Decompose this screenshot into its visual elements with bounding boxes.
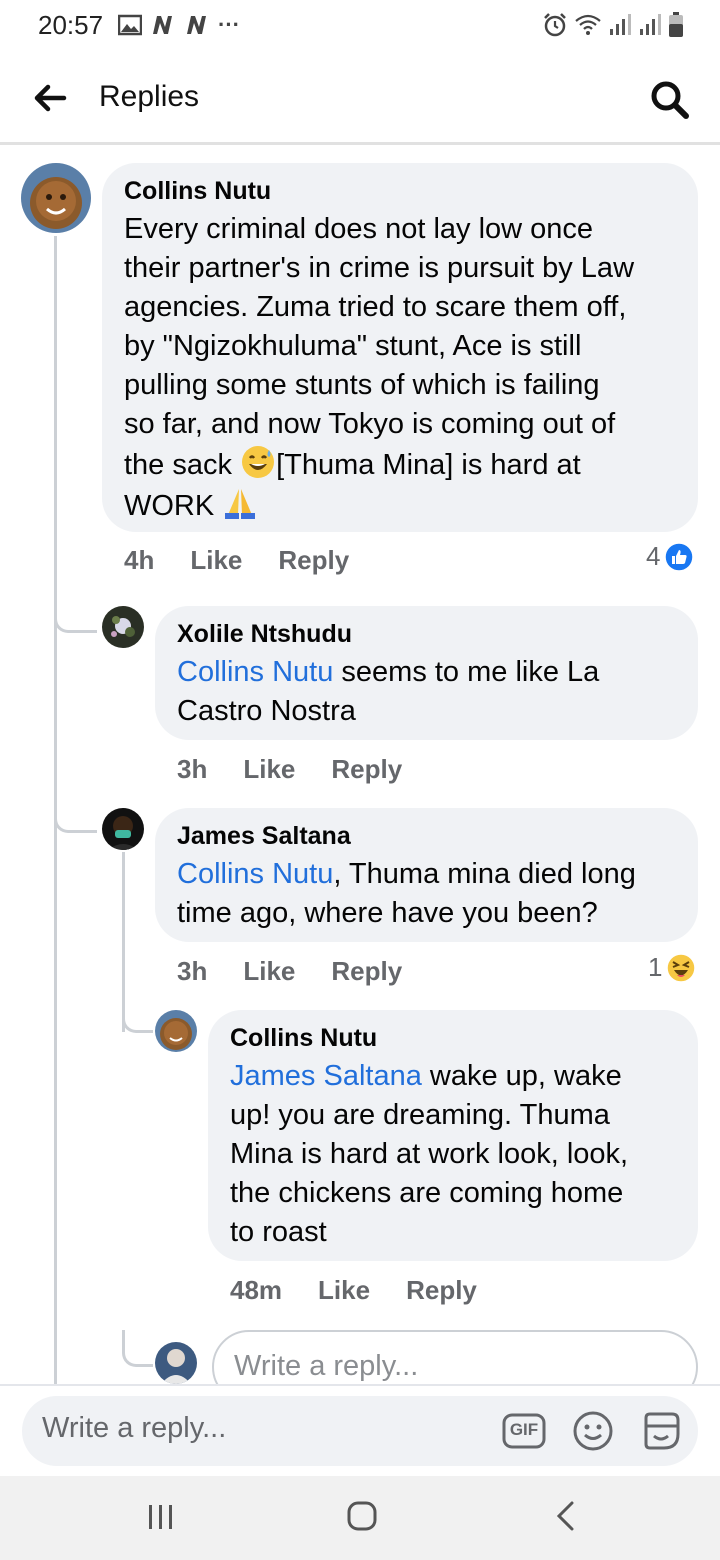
like-button[interactable]: Like — [190, 545, 242, 576]
like-reaction-icon — [664, 541, 695, 572]
comment-fragment: [Thuma Mina] is hard at — [276, 449, 581, 481]
comment-line: Every criminal does not lay low once — [124, 213, 594, 245]
gif-label: GIF — [509, 1420, 539, 1439]
comment-actions: 48m Like Reply — [230, 1275, 477, 1306]
comment-line: the sack [Thuma Mina] is hard at — [124, 444, 689, 485]
like-button[interactable]: Like — [318, 1275, 370, 1306]
back-arrow-icon[interactable] — [30, 78, 70, 118]
comment-line: time ago, where have you been? — [177, 897, 598, 929]
comment-line: Castro Nostra — [177, 695, 356, 727]
wifi-icon — [575, 14, 601, 35]
mention-link[interactable]: Collins Nutu — [177, 656, 333, 688]
comment-fragment: wake up, wake — [421, 1060, 622, 1092]
comment-author[interactable]: James Saltana — [177, 822, 351, 851]
comment-timestamp: 3h — [177, 956, 208, 986]
status-time: 20:57 — [38, 10, 104, 40]
comment-line: agencies. Zuma tried to scare them off, — [124, 291, 627, 323]
comment-line: so far, and now Tokyo is coming out of — [124, 408, 616, 440]
thread-elbow-1 — [54, 600, 97, 633]
avatar[interactable] — [102, 606, 144, 648]
comment-author[interactable]: Xolile Ntshudu — [177, 620, 352, 649]
comment-actions: 3h Like Reply — [177, 956, 402, 987]
comment-line: Collins Nutu seems to me like La — [177, 653, 692, 692]
composer-placeholder: Write a reply... — [42, 1412, 227, 1444]
gif-button[interactable]: GIF — [502, 1410, 546, 1452]
thread-elbow-3 — [122, 1000, 153, 1033]
current-user-avatar — [155, 1342, 197, 1384]
avatar[interactable] — [21, 163, 91, 233]
page-title: Replies — [99, 80, 200, 113]
back-nav-icon[interactable] — [552, 1500, 578, 1532]
battery-icon — [669, 12, 683, 37]
comment-text: Collins Nutu seems to me like La Castro … — [177, 653, 692, 731]
reaction-count: 1 — [648, 952, 663, 982]
notification-icons: ··· — [118, 12, 240, 38]
reply-composer-input[interactable]: Write a reply... GIF — [22, 1396, 698, 1466]
reply-button[interactable]: Reply — [406, 1275, 477, 1306]
comment-timestamp: 3h — [177, 754, 208, 784]
comment-timestamp: 4h — [124, 545, 155, 575]
like-button[interactable]: Like — [243, 956, 295, 987]
status-bar: 20:57 ··· — [0, 0, 720, 52]
comment-line: Collins Nutu, Thuma mina died long — [177, 855, 692, 894]
comment-actions: 3h Like Reply — [177, 754, 402, 785]
folded-hands-emoji-icon — [225, 489, 256, 519]
avatar[interactable] — [155, 1010, 197, 1052]
comment-line: by "Ngizokhuluma" stunt, Ace is still — [124, 330, 582, 362]
reaction-summary[interactable]: 1 — [648, 952, 697, 983]
news-n-icon-2 — [187, 16, 206, 34]
comment-text: Collins Nutu, Thuma mina died long time … — [177, 855, 692, 933]
news-n-icon — [153, 16, 172, 34]
comment-author[interactable]: Collins Nutu — [124, 177, 271, 206]
comment-line: the chickens are coming home — [230, 1177, 624, 1209]
reply-button[interactable]: Reply — [278, 545, 349, 576]
recent-apps-icon[interactable] — [146, 1502, 176, 1532]
system-icons — [542, 12, 684, 38]
emoji-icon[interactable] — [572, 1410, 614, 1452]
mention-link[interactable]: Collins Nutu — [177, 858, 333, 890]
signal-icon-2 — [640, 14, 661, 35]
reply-button[interactable]: Reply — [331, 956, 402, 987]
comment-line: WORK — [124, 485, 689, 526]
comment-fragment: the sack — [124, 449, 241, 481]
comment-actions: 4h Like Reply — [124, 545, 349, 576]
composer-bar: Write a reply... GIF — [0, 1384, 720, 1478]
sticker-icon[interactable] — [640, 1410, 682, 1452]
inline-reply-placeholder: Write a reply... — [234, 1350, 419, 1382]
grinning-sweat-emoji-icon — [242, 446, 275, 478]
search-icon[interactable] — [648, 78, 692, 122]
comment-line: up! you are dreaming. Thuma — [230, 1099, 610, 1131]
comment-author[interactable]: Collins Nutu — [230, 1024, 377, 1053]
comment-line: Mina is hard at work look, look, — [230, 1138, 629, 1170]
signal-icon-1 — [610, 14, 631, 35]
thread-elbow-2 — [54, 800, 97, 833]
thread-elbow-4 — [122, 1330, 153, 1367]
comment-line: pulling some stunts of which is failing — [124, 369, 600, 401]
comment-timestamp: 48m — [230, 1275, 283, 1305]
comment-text: James Saltana wake up, wake up! you are … — [230, 1057, 692, 1252]
gallery-notification-icon — [118, 14, 142, 36]
comment-line: to roast — [230, 1216, 327, 1248]
mention-link[interactable]: James Saltana — [230, 1060, 422, 1092]
reply-button[interactable]: Reply — [331, 754, 402, 785]
reaction-summary[interactable]: 4 — [646, 541, 695, 572]
system-navigation-bar — [0, 1476, 720, 1560]
haha-reaction-icon — [666, 952, 697, 983]
comment-fragment: WORK — [124, 490, 223, 522]
more-notifications-indicator: ··· — [218, 12, 240, 37]
comment-fragment: , Thuma mina died long — [333, 858, 636, 890]
comment-text: Every criminal does not lay low once the… — [124, 210, 689, 526]
like-button[interactable]: Like — [243, 754, 295, 785]
comment-line: James Saltana wake up, wake — [230, 1057, 692, 1096]
avatar[interactable] — [102, 808, 144, 850]
home-icon[interactable] — [346, 1500, 378, 1532]
alarm-icon — [544, 13, 566, 37]
reaction-count: 4 — [646, 541, 661, 571]
comment-line: their partner's in crime is pursuit by L… — [124, 252, 635, 284]
comment-fragment: seems to me like La — [333, 656, 600, 688]
app-header: Replies — [0, 52, 720, 145]
